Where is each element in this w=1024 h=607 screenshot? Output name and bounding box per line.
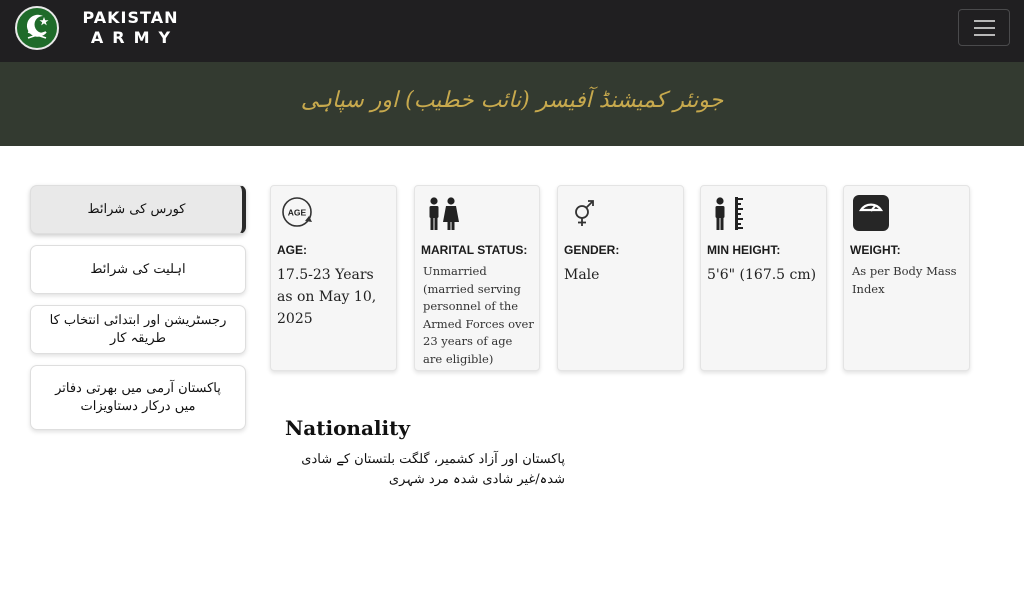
sidebar-item-eligibility[interactable]: اہلیت کی شرائط [30,245,246,294]
marital-status-value: Unmarried (married serving personnel of … [423,264,534,366]
army-logo-icon[interactable] [15,6,59,50]
hamburger-menu-icon-bar [974,27,995,29]
hamburger-menu-icon [974,20,995,22]
gender-value: Male [564,267,600,283]
hamburger-menu-icon-bar [974,34,995,36]
min-height-label: MIN HEIGHT: [707,243,781,257]
marital-status-label: MARITAL STATUS: [421,243,528,257]
brand-name-line2[interactable]: ARMY [73,28,188,47]
nationality-heading: Nationality [285,416,410,440]
gender-icon [568,196,602,230]
min-height-card: MIN HEIGHT: 5'6" (167.5 cm) [700,185,827,371]
couple-icon [425,196,459,230]
gender-label: GENDER: [564,243,620,257]
weight-label: WEIGHT: [850,243,901,257]
brand-name-line1[interactable]: PAKISTAN [73,8,188,27]
weight-scale-icon [852,194,890,232]
hamburger-menu-button[interactable] [958,9,1010,46]
sidebar-item-required-documents[interactable]: پاکستان آرمی میں بھرتی دفاتر میں درکار د… [30,365,246,430]
page-banner: جونئر کمیشنڈ آفیسر (نائب خطیب) اور سپاہی [0,62,1024,146]
sidebar-item-course-conditions[interactable]: کورس کی شرائط [30,185,246,234]
min-height-value: 5'6" (167.5 cm) [707,267,817,283]
sidebar-item-registration-procedure[interactable]: رجسٹریشن اور ابتدائی انتخاب کا طریقہ کار [30,305,246,354]
weight-value: As per Body Mass Index [852,264,957,296]
marital-status-card: MARITAL STATUS: Unmarried (married servi… [414,185,540,371]
age-label: AGE: [277,243,307,257]
age-value: 17.5-23 Years as on May 10, 2025 [277,267,377,327]
age-icon: AGE [281,196,315,230]
height-icon [711,196,745,230]
nationality-description: پاکستان اور آزاد کشمیر، گلگت بلتستان کے … [301,452,565,487]
page-title: جونئر کمیشنڈ آفیسر (نائب خطیب) اور سپاہی [300,88,724,113]
gender-card: GENDER: Male [557,185,684,371]
age-card: AGE AGE: 17.5-23 Years as on May 10, 202… [270,185,397,371]
svg-text:AGE: AGE [288,208,307,218]
weight-card: WEIGHT: As per Body Mass Index [843,185,970,371]
top-navbar: PAKISTAN ARMY [0,0,1024,62]
